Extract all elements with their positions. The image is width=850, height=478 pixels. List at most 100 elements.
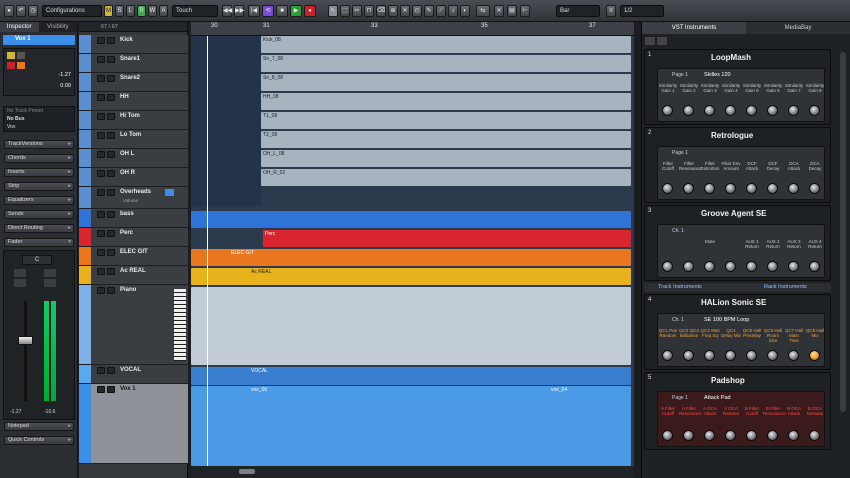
write-automation-button[interactable]: W (148, 5, 157, 17)
slot-groove-agent-se[interactable]: 3 Groove Agent SE Ch. 1 Mute AUX 1 Retur… (644, 205, 831, 281)
mute-button[interactable] (97, 386, 105, 393)
event-bass[interactable] (191, 211, 631, 228)
quick-control-knob[interactable] (788, 430, 799, 441)
quick-control-knob[interactable] (662, 183, 673, 194)
solo-button[interactable] (107, 211, 115, 218)
track-overheads[interactable]: Overheads Volume (79, 187, 188, 209)
solo-button[interactable] (107, 170, 115, 177)
quantize-preset-select[interactable]: 1/2 (620, 5, 664, 17)
quick-control-knob[interactable] (809, 105, 820, 116)
inspector-track-title[interactable]: Vox 1 (3, 35, 75, 45)
quick-control-knob[interactable] (809, 350, 820, 361)
slot-loopmash[interactable]: 1 LoopMash Page 1 Skillex 120 Similarity… (644, 49, 831, 125)
quick-control-knob[interactable] (767, 430, 778, 441)
track-hh[interactable]: HH (79, 92, 188, 111)
quick-control-knob[interactable] (767, 183, 778, 194)
color-tool-icon[interactable]: ◐ (460, 5, 470, 17)
solo-button[interactable] (107, 249, 115, 256)
quick-control-knob[interactable] (683, 105, 694, 116)
slot-padshop[interactable]: 5 Padshop Page 1 Attack Pad A Filter Cut… (644, 372, 831, 450)
solo-button[interactable] (107, 151, 115, 158)
section-trackversions[interactable]: TrackVersions ▸ (4, 140, 74, 149)
volume-fader-handle[interactable] (18, 336, 33, 345)
project-cursor[interactable] (207, 36, 208, 466)
track-elec-git[interactable]: ELEC GIT (79, 247, 188, 266)
project-window[interactable]: 30 31 33 35 37 Kick_08 Sn_7_08 Sn_8_08 H… (191, 22, 634, 468)
stop-button[interactable]: ■ (276, 5, 288, 17)
mute-button[interactable] (97, 37, 105, 44)
timeline-ruler[interactable]: 30 31 33 35 37 (191, 22, 634, 36)
inspector-pan-value[interactable]: 0.00 (60, 83, 71, 89)
snap-toggle-button[interactable]: ✕ (494, 5, 504, 17)
solo-button[interactable] (107, 287, 115, 294)
mute-all-button[interactable]: M (104, 5, 113, 17)
quick-control-knob[interactable] (683, 261, 694, 272)
track-bass[interactable]: bass (79, 209, 188, 228)
snap-type-icon[interactable]: ▤ (507, 5, 517, 17)
mute-button[interactable] (97, 94, 105, 101)
solo-button[interactable] (107, 386, 115, 393)
rack-scrollbar[interactable] (840, 52, 846, 412)
track-vocal[interactable]: VOCAL (79, 365, 188, 384)
rewind-button[interactable]: ◀◀ (222, 5, 232, 17)
preset-name[interactable]: Attack Pad (704, 395, 731, 401)
quick-control-knob[interactable] (767, 350, 778, 361)
solo-button[interactable] (107, 75, 115, 82)
zoom-tool-icon[interactable]: ⊕ (388, 5, 398, 17)
quick-control-knob[interactable] (767, 261, 778, 272)
scroll-thumb[interactable] (239, 469, 255, 474)
event-vox-1[interactable]: vox_06 vox_04 (191, 386, 631, 466)
event-snare2[interactable]: Sn_8_08 (261, 74, 631, 91)
section-chords[interactable]: Chords ▸ (4, 154, 74, 163)
automation-mode-select[interactable]: Touch (172, 5, 218, 17)
event-snare1[interactable]: Sn_7_08 (261, 55, 631, 72)
object-selection-tool-icon[interactable]: ↖ (328, 5, 338, 17)
quick-control-knob[interactable] (767, 105, 778, 116)
tab-visibility[interactable]: Visibility (39, 22, 78, 32)
mute-button[interactable] (97, 230, 105, 237)
quick-control-knob[interactable] (662, 105, 673, 116)
add-instrument-icon[interactable] (645, 37, 655, 45)
mute-button[interactable] (97, 367, 105, 374)
mute-button[interactable] (97, 287, 105, 294)
track-ac-real[interactable]: Ac REAL (79, 266, 188, 285)
constrain-delay-button[interactable]: ◷ (28, 5, 38, 17)
automation-mode-button[interactable]: A (159, 5, 168, 17)
event-perc[interactable]: Perc (263, 230, 631, 247)
quick-control-knob[interactable] (725, 105, 736, 116)
mute-button[interactable] (97, 249, 105, 256)
solo-button[interactable] (107, 367, 115, 374)
section-notepad[interactable]: Notepad ▸ (4, 422, 74, 431)
mute-button[interactable] (97, 75, 105, 82)
tab-inspector[interactable]: Inspector (0, 22, 39, 32)
track-oh-l[interactable]: OH L (79, 149, 188, 168)
horizontal-scrollbar[interactable] (191, 466, 634, 478)
mute-button[interactable] (97, 189, 105, 196)
quick-control-knob[interactable] (683, 183, 694, 194)
mute-button[interactable] (97, 56, 105, 63)
erase-tool-icon[interactable]: ⌫ (376, 5, 386, 17)
preset-name[interactable]: SE 100 BPM Loop (704, 317, 749, 323)
configurations-field[interactable]: Configurations (42, 5, 102, 17)
section-fader[interactable]: Fader ▾ (4, 238, 74, 247)
play-button[interactable]: ▶ (290, 5, 302, 17)
output-routing-field[interactable]: Vox (4, 123, 74, 131)
event-oh-l[interactable]: OH_L_08 (261, 150, 631, 167)
go-to-start-button[interactable]: |◀ (248, 5, 260, 17)
fader-mute-button[interactable] (14, 269, 26, 277)
quick-control-knob[interactable] (809, 261, 820, 272)
quick-control-knob[interactable] (662, 261, 673, 272)
track-piano[interactable]: Piano (79, 285, 188, 365)
cycle-button[interactable]: ⟲ (262, 5, 274, 17)
track-vox-1[interactable]: Vox 1 (79, 384, 188, 464)
event-oh-r[interactable]: OH_R_02 (261, 169, 631, 186)
glue-tool-icon[interactable]: ⊓ (364, 5, 374, 17)
solo-button[interactable] (107, 37, 115, 44)
quick-control-knob[interactable] (746, 261, 757, 272)
solo-button[interactable] (107, 113, 115, 120)
section-equalizers[interactable]: Equalizers ▸ (4, 196, 74, 205)
slot-retrologue[interactable]: 2 Retrologue Page 1 Filter Cutoff Filter… (644, 127, 831, 203)
tab-mediabay[interactable]: MediaBay (746, 22, 850, 34)
quick-control-knob[interactable] (746, 105, 757, 116)
mute-button[interactable] (97, 170, 105, 177)
